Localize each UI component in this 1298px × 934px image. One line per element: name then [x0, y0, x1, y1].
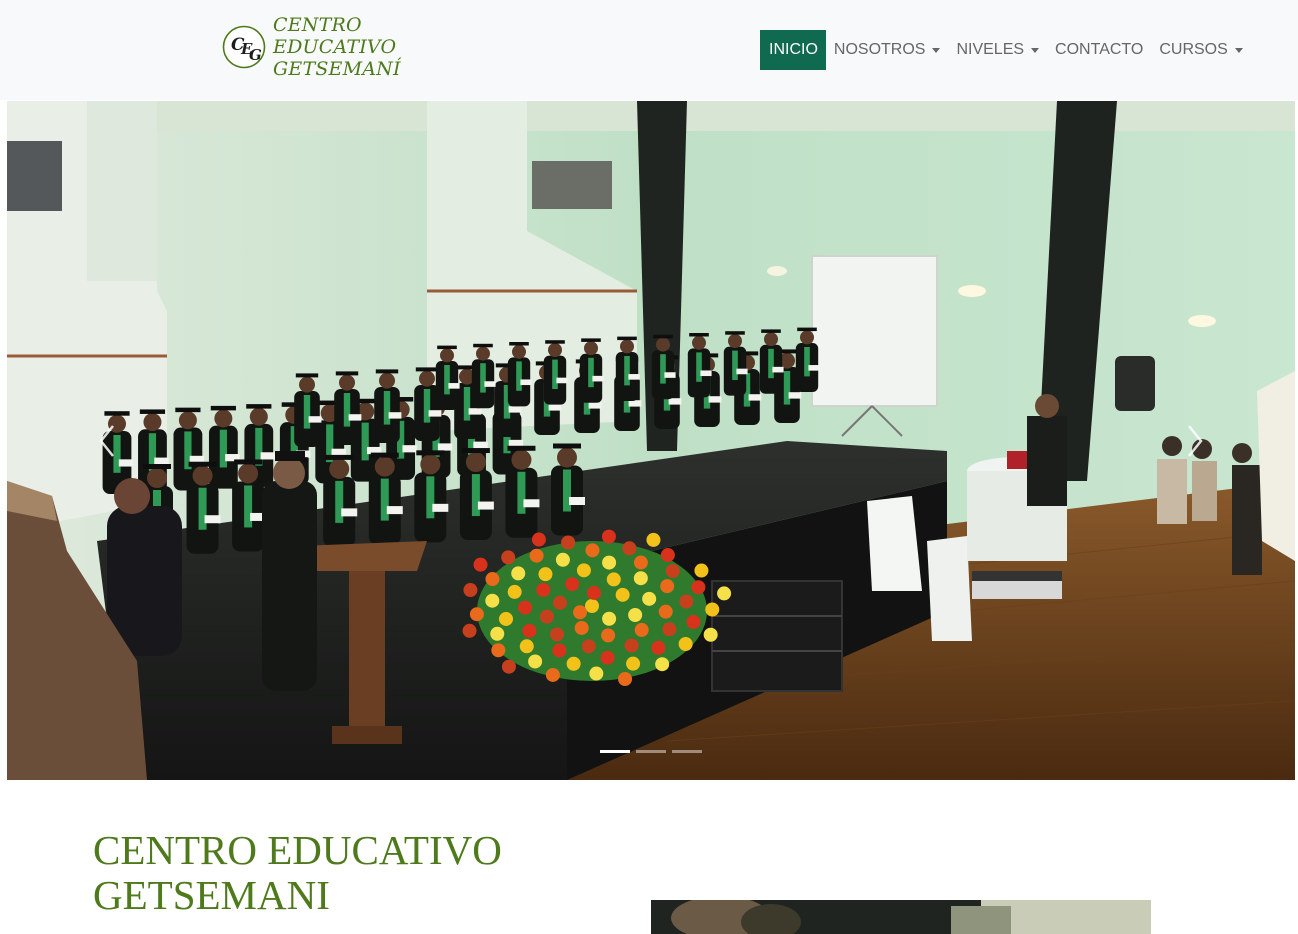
- nav-item-contacto[interactable]: CONTACTO: [1047, 30, 1151, 70]
- nav-item-nosotros[interactable]: NOSOTROS: [826, 30, 949, 70]
- main-nav: INICIO NOSOTROS NIVELES CONTACTO CURSOS: [760, 30, 1251, 70]
- intro-title-line-2: GETSEMANI: [93, 872, 330, 918]
- brand-line-3: GETSEMANÍ: [273, 58, 401, 80]
- brand-name: CENTRO EDUCATIVO GETSEMANÍ: [273, 14, 401, 80]
- intro-photo: [651, 900, 1151, 934]
- brand-line-2: EDUCATIVO: [273, 36, 397, 58]
- brand-line-1: CENTRO: [273, 14, 362, 36]
- graduation-ceremony-photo: [7, 101, 1295, 780]
- nav-item-inicio[interactable]: INICIO: [760, 30, 826, 70]
- caret-down-icon: [1031, 47, 1040, 53]
- carousel-next-button[interactable]: [1175, 411, 1215, 471]
- chevron-right-icon: [1188, 425, 1203, 457]
- brand-logo-link[interactable]: C E G CENTRO EDUCATIVO GETSEMANÍ: [222, 14, 412, 82]
- caret-down-icon: [1234, 47, 1243, 53]
- nav-item-cursos[interactable]: CURSOS: [1151, 30, 1250, 70]
- carousel-indicator-2[interactable]: [636, 750, 666, 753]
- ceg-logo-icon: C E G: [222, 25, 266, 69]
- nav-label: CURSOS: [1159, 41, 1228, 58]
- nav-label: NOSOTROS: [833, 41, 926, 58]
- carousel-indicator-3[interactable]: [672, 750, 702, 753]
- hero-carousel: [7, 101, 1295, 780]
- carousel-indicator-1[interactable]: [600, 750, 630, 753]
- caret-down-icon: [932, 47, 941, 53]
- svg-text:G: G: [249, 46, 262, 64]
- nav-item-niveles[interactable]: NIVELES: [948, 30, 1047, 70]
- navbar: C E G CENTRO EDUCATIVO GETSEMANÍ INICIO …: [0, 0, 1298, 100]
- intro-title: CENTRO EDUCATIVO GETSEMANI: [93, 828, 573, 918]
- nav-label: CONTACTO: [1055, 41, 1144, 58]
- chevron-left-icon: [99, 425, 114, 457]
- intro-title-line-1: CENTRO EDUCATIVO: [93, 827, 502, 873]
- carousel-prev-button[interactable]: [87, 411, 127, 471]
- nav-label: NIVELES: [956, 41, 1025, 58]
- nav-label: INICIO: [769, 41, 818, 58]
- carousel-indicators: [600, 750, 702, 753]
